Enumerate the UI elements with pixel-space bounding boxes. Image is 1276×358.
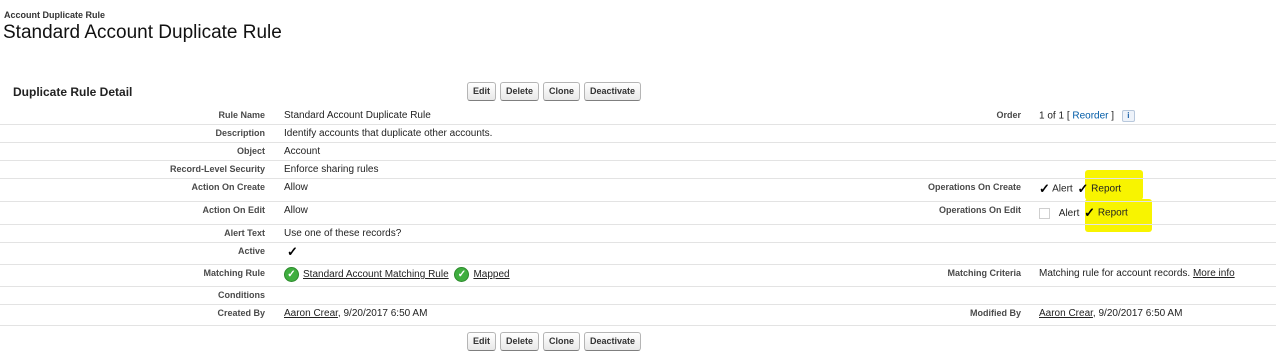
created-by-label: Created By	[217, 308, 265, 318]
row-object: Object Account	[0, 142, 1276, 161]
record-level-security-label: Record-Level Security	[169, 164, 265, 174]
bottom-button-bar: Edit Delete Clone Deactivate	[467, 332, 642, 351]
created-by-user-link[interactable]: Aaron Crear	[284, 308, 338, 319]
record-level-security-value: Enforce sharing rules	[284, 164, 379, 175]
description-label: Description	[215, 128, 265, 138]
action-on-edit-label: Action On Edit	[202, 205, 266, 215]
active-value: ✓	[287, 244, 298, 260]
bracket-open: [	[1066, 110, 1070, 122]
edit-button[interactable]: Edit	[467, 82, 496, 101]
order-value: 1 of 1	[1039, 110, 1065, 122]
create-report-check-icon: ✓	[1077, 181, 1089, 196]
operations-on-edit-value: Alert ✓ Report	[1039, 205, 1128, 221]
create-alert-label: Alert	[1052, 183, 1073, 195]
matching-criteria-value: Matching rule for account records.	[1039, 268, 1191, 279]
edit-report-check-icon: ✓	[1084, 205, 1096, 220]
page-title: Standard Account Duplicate Rule	[3, 22, 282, 43]
action-on-create-value: Allow	[284, 182, 308, 193]
row-rule-name: Rule Name Standard Account Duplicate Rul…	[0, 106, 1276, 125]
active-label: Active	[237, 246, 265, 256]
row-record-level-security: Record-Level Security Enforce sharing ru…	[0, 160, 1276, 179]
matching-rule-status-icon: ✓	[284, 267, 299, 282]
delete-button[interactable]: Delete	[500, 82, 540, 101]
action-on-edit-value: Allow	[284, 205, 308, 216]
object-label: Object	[236, 146, 265, 156]
breadcrumb: Account Duplicate Rule	[4, 10, 106, 20]
object-value: Account	[284, 146, 321, 157]
mapped-link[interactable]: Mapped	[473, 269, 509, 280]
action-on-create-label: Action On Create	[191, 182, 265, 192]
row-active: Active ✓	[0, 242, 1276, 265]
order-label: Order	[996, 110, 1021, 120]
modified-by-label: Modified By	[970, 308, 1021, 318]
edit-report-label: Report	[1097, 207, 1128, 219]
description-value: Identify accounts that duplicate other a…	[284, 128, 493, 139]
rule-name-label: Rule Name	[218, 110, 265, 120]
row-action-on-edit: Action On Edit Allow Operations On Edit …	[0, 201, 1276, 225]
alert-text-label: Alert Text	[224, 228, 265, 238]
modified-by-value: Aaron Crear, 9/20/2017 6:50 AM	[1039, 308, 1182, 319]
matching-rule-label: Matching Rule	[203, 268, 265, 278]
row-created-by: Created By Aaron Crear, 9/20/2017 6:50 A…	[0, 304, 1276, 326]
delete-button-bottom[interactable]: Delete	[500, 332, 540, 351]
more-info-link[interactable]: More info	[1193, 268, 1235, 279]
create-report-label: Report	[1091, 183, 1122, 195]
operations-on-create-label: Operations On Create	[927, 182, 1021, 192]
edit-alert-unchecked-icon	[1039, 207, 1050, 219]
edit-alert-label: Alert	[1058, 207, 1080, 219]
deactivate-button[interactable]: Deactivate	[584, 82, 642, 101]
info-icon[interactable]: i	[1121, 110, 1135, 122]
active-check-icon: ✓	[287, 244, 298, 259]
modified-by-date: , 9/20/2017 6:50 AM	[1092, 308, 1183, 319]
conditions-label: Conditions	[218, 290, 265, 300]
matching-rule-value: ✓ Standard Account Matching Rule ✓ Mapped	[284, 267, 510, 282]
row-description: Description Identify accounts that dupli…	[0, 124, 1276, 143]
row-conditions: Conditions	[0, 286, 1276, 305]
reorder-link[interactable]: Reorder	[1072, 111, 1108, 122]
section-title: Duplicate Rule Detail	[13, 85, 133, 99]
clone-button-bottom[interactable]: Clone	[543, 332, 581, 351]
operations-on-edit-label: Operations On Edit	[938, 205, 1021, 215]
rule-name-value: Standard Account Duplicate Rule	[284, 110, 431, 121]
matching-criteria-value-group: Matching rule for account records. More …	[1039, 268, 1235, 279]
order-value-group: 1 of 1 [ Reorder ] i	[1039, 110, 1135, 122]
created-by-date: , 9/20/2017 6:50 AM	[337, 308, 428, 319]
row-alert-text: Alert Text Use one of these records?	[0, 224, 1276, 243]
top-button-bar: Edit Delete Clone Deactivate	[467, 82, 642, 101]
edit-button-bottom[interactable]: Edit	[467, 332, 496, 351]
mapped-status-icon: ✓	[454, 267, 470, 282]
bracket-close: ]	[1111, 110, 1115, 122]
matching-rule-link[interactable]: Standard Account Matching Rule	[303, 269, 449, 280]
row-action-on-create: Action On Create Allow Operations On Cre…	[0, 178, 1276, 202]
created-by-value: Aaron Crear, 9/20/2017 6:50 AM	[284, 308, 427, 319]
clone-button[interactable]: Clone	[543, 82, 581, 101]
alert-text-value: Use one of these records?	[284, 228, 402, 239]
deactivate-button-bottom[interactable]: Deactivate	[584, 332, 642, 351]
operations-on-create-value: ✓ Alert ✓ Report	[1039, 181, 1121, 197]
matching-criteria-label: Matching Criteria	[947, 268, 1021, 278]
create-alert-check-icon: ✓	[1039, 181, 1050, 196]
row-matching-rule: Matching Rule ✓ Standard Account Matching…	[0, 264, 1276, 287]
modified-by-user-link[interactable]: Aaron Crear	[1039, 308, 1093, 319]
